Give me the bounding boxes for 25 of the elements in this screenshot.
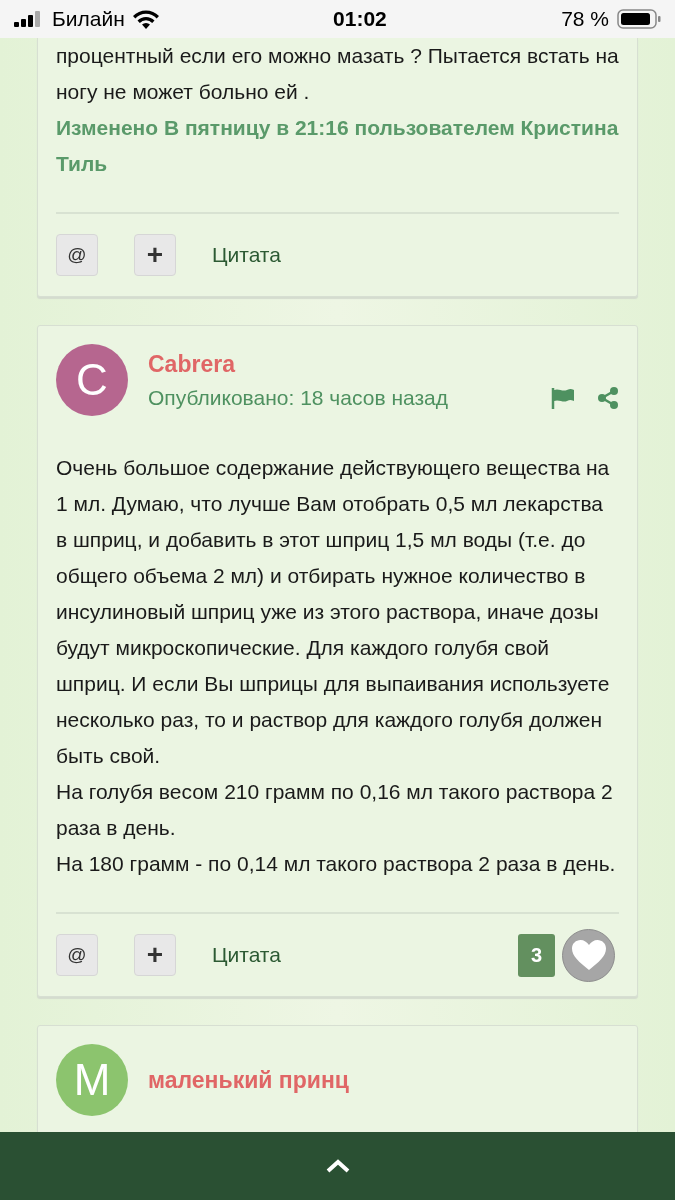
mention-button[interactable]: @ (56, 234, 98, 276)
battery-percent: 78 % (561, 7, 609, 31)
post-date: Опубликовано: 18 часов назад (148, 385, 449, 410)
heart-icon (570, 939, 607, 971)
add-button[interactable]: + (134, 934, 176, 976)
mention-button[interactable]: @ (56, 934, 98, 976)
edit-note: Изменено В пятницу в 21:16 пользователем Кристина Тиль (56, 115, 619, 177)
battery-icon (617, 9, 661, 29)
like-count: 3 (518, 933, 555, 977)
post-text: На голубя весом 210 грамм по 0,16 мл такого раствора 2 раза в день. (56, 779, 614, 841)
share-icon[interactable] (597, 386, 619, 409)
like-button[interactable] (562, 928, 615, 982)
quote-button[interactable]: Цитата (212, 243, 281, 267)
post-text: Очень большое содержание действующего вещества на 1 мл. Думаю, что лучше Вам отобрать 0,5 мл лекарства в шприц, и добавить в этот шприц 1,5 мл воды (т.е. до общего объема 2 мл) и отбирать нужное количество в инсулиновый шприц уже из этого раствора, иначе дозы будут микроскопические. Для каждого голубя свой шприц. И если Вы шприцы для выпаивания используете несколько раз, то и раствор для каждого голубя должен быть свой. (56, 455, 611, 769)
post-text: На 180 грамм - по 0,14 мл такого раствора 2 раза в день. (56, 851, 617, 877)
scroll-up-icon[interactable] (325, 1159, 350, 1173)
flag-icon[interactable] (551, 386, 575, 409)
avatar: C (56, 344, 128, 416)
add-button[interactable]: + (134, 234, 176, 276)
clock-time: 01:02 (333, 7, 387, 31)
carrier-name: Билайн (52, 7, 125, 31)
wifi-icon (132, 9, 159, 29)
quote-button[interactable]: Цитата (212, 943, 281, 967)
post-text: процентный если его можно мазать ? Пытается встать на ногу не может больно ей . (56, 43, 619, 105)
avatar: M (56, 1044, 128, 1116)
